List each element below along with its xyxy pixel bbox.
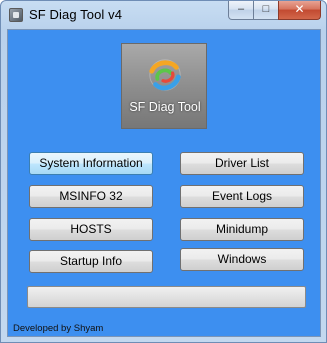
minimize-button[interactable]: – (228, 1, 254, 20)
minidump-button[interactable]: Minidump (180, 218, 304, 241)
hosts-button[interactable]: HOSTS (29, 218, 153, 241)
event-logs-button[interactable]: Event Logs (180, 185, 304, 208)
app-window: SF Diag Tool v4 – □ ✕ SF Diag Tool Syste… (0, 0, 327, 343)
caption-buttons: – □ ✕ (228, 1, 321, 21)
progress-bar (27, 286, 306, 308)
maximize-button[interactable]: □ (253, 1, 279, 20)
minimize-icon: – (237, 3, 245, 15)
system-information-button[interactable]: System Information (29, 152, 153, 175)
close-icon: ✕ (294, 2, 305, 16)
app-icon[interactable] (9, 8, 23, 22)
close-button[interactable]: ✕ (278, 1, 321, 20)
driver-list-button[interactable]: Driver List (180, 152, 304, 175)
startup-info-button[interactable]: Startup Info (29, 250, 153, 273)
footer-credit: Developed by Shyam (13, 323, 104, 334)
title-bar[interactable]: SF Diag Tool v4 – □ ✕ (1, 1, 326, 29)
logo-text: SF Diag Tool (129, 100, 201, 114)
msinfo32-button[interactable]: MSINFO 32 (29, 185, 153, 208)
windows-button[interactable]: Windows (180, 248, 304, 271)
window-title: SF Diag Tool v4 (29, 7, 123, 22)
swirl-logo-icon (149, 59, 181, 91)
maximize-icon: □ (262, 3, 270, 15)
client-area: SF Diag Tool System Information Driver L… (7, 29, 321, 337)
logo: SF Diag Tool (121, 43, 207, 129)
